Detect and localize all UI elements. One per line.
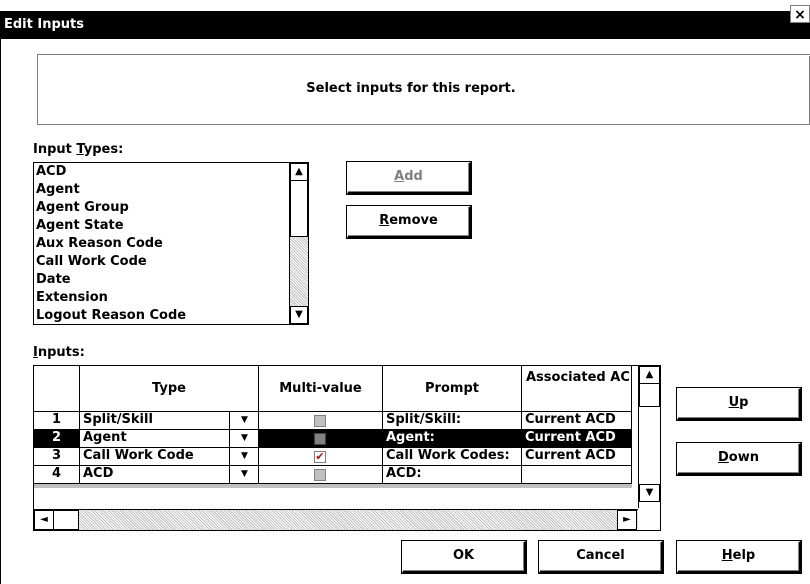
list-item[interactable]: Date xyxy=(36,271,71,289)
title-bar: Edit Inputs xyxy=(0,11,810,39)
list-item[interactable]: Agent State xyxy=(36,217,124,235)
row-number[interactable]: 1 xyxy=(34,412,80,430)
add-button[interactable]: Add xyxy=(347,162,471,194)
associated-acd-cell[interactable]: Current ACD xyxy=(522,412,632,430)
scroll-up-icon[interactable]: ▲ xyxy=(639,366,660,384)
scroll-thumb[interactable] xyxy=(290,180,308,237)
row-number[interactable]: 3 xyxy=(34,448,80,466)
dialog-border xyxy=(0,39,1,584)
prompt-cell[interactable]: Call Work Codes: xyxy=(383,448,522,466)
list-item[interactable]: Extension xyxy=(36,289,108,307)
dropdown-icon[interactable]: ▼ xyxy=(229,412,259,429)
grid-horizontal-scrollbar[interactable]: ◄ ► xyxy=(34,509,638,530)
scroll-left-icon[interactable]: ◄ xyxy=(34,510,54,530)
scroll-thumb[interactable] xyxy=(53,510,79,530)
column-header-type[interactable]: Type xyxy=(80,366,259,412)
cancel-button[interactable]: Cancel xyxy=(539,541,663,573)
instruction-message: Select inputs for this report. xyxy=(306,81,516,96)
list-item[interactable]: Call Work Code xyxy=(36,253,147,271)
multi-value-checkbox[interactable] xyxy=(314,433,326,445)
column-header-associated-acd[interactable]: Associated AC xyxy=(522,366,632,412)
associated-acd-cell[interactable]: Current ACD xyxy=(522,448,632,466)
list-item[interactable]: ACD xyxy=(36,163,66,181)
column-header-multi-value[interactable]: Multi-value xyxy=(259,366,383,412)
dropdown-icon[interactable]: ▼ xyxy=(229,448,259,465)
ok-button[interactable]: OK xyxy=(402,541,526,573)
list-item[interactable]: Aux Reason Code xyxy=(36,235,163,253)
list-item[interactable]: Logout Reason Code xyxy=(36,307,186,325)
dropdown-icon[interactable]: ▼ xyxy=(229,430,259,447)
scroll-thumb[interactable] xyxy=(639,383,660,407)
up-button[interactable]: Up xyxy=(677,388,801,420)
scroll-down-icon[interactable]: ▼ xyxy=(290,306,308,324)
multi-value-checkbox[interactable]: ✔ xyxy=(314,451,326,463)
grid-separator xyxy=(34,484,632,488)
multi-value-checkbox[interactable] xyxy=(314,469,326,481)
down-button[interactable]: Down xyxy=(677,443,801,475)
remove-button[interactable]: Remove xyxy=(347,206,471,238)
grid-vertical-scrollbar[interactable]: ▲ ▼ xyxy=(638,366,660,508)
list-item[interactable]: Agent xyxy=(36,181,80,199)
scroll-up-icon[interactable]: ▲ xyxy=(290,163,308,181)
help-button[interactable]: Help xyxy=(677,541,801,573)
scroll-right-icon[interactable]: ► xyxy=(617,510,637,530)
prompt-cell[interactable]: Split/Skill: xyxy=(383,412,522,430)
close-icon[interactable]: × xyxy=(790,5,810,23)
associated-acd-cell[interactable] xyxy=(522,466,632,484)
prompt-cell[interactable]: ACD: xyxy=(383,466,522,484)
column-header-prompt[interactable]: Prompt xyxy=(383,366,522,412)
prompt-cell[interactable]: Agent: xyxy=(383,430,522,448)
scroll-down-icon[interactable]: ▼ xyxy=(639,484,660,502)
input-types-listbox[interactable]: ACD Agent Agent Group Agent State Aux Re… xyxy=(33,162,309,325)
multi-value-checkbox[interactable] xyxy=(314,415,326,427)
row-number[interactable]: 2 xyxy=(34,430,80,448)
inputs-label: Inputs: xyxy=(33,345,85,360)
row-number[interactable]: 4 xyxy=(34,466,80,484)
row-header-corner xyxy=(34,366,80,412)
dropdown-icon[interactable]: ▼ xyxy=(229,466,259,483)
list-item[interactable]: Agent Group xyxy=(36,199,129,217)
inputs-grid[interactable]: Type Multi-value Prompt Associated AC 1 … xyxy=(33,365,661,531)
input-types-label: Input Types: xyxy=(33,142,124,157)
input-types-scrollbar[interactable]: ▲ ▼ xyxy=(289,163,308,324)
associated-acd-cell[interactable]: Current ACD xyxy=(522,430,632,448)
dialog-title: Edit Inputs xyxy=(4,17,84,32)
